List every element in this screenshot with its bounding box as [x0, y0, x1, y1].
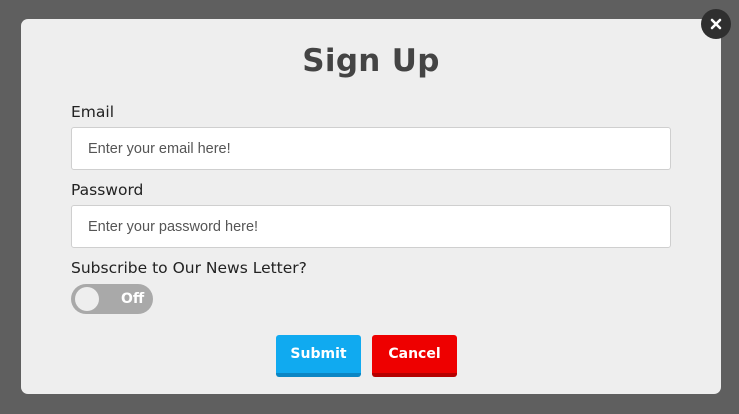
close-button[interactable]	[701, 9, 731, 39]
email-field[interactable]	[71, 127, 671, 170]
subscribe-label: Subscribe to Our News Letter?	[71, 259, 307, 277]
email-label: Email	[71, 103, 115, 121]
password-label: Password	[71, 181, 144, 199]
newsletter-toggle[interactable]: Off	[71, 284, 153, 314]
password-field[interactable]	[71, 205, 671, 248]
modal-title: Sign Up	[302, 43, 440, 79]
signup-modal: Sign Up Email Password Subscribe to Our …	[21, 19, 721, 394]
toggle-knob	[75, 287, 99, 311]
toggle-state-text: Off	[121, 291, 145, 307]
cancel-button[interactable]: Cancel	[372, 335, 457, 377]
submit-button[interactable]: Submit	[276, 335, 361, 377]
close-icon	[710, 18, 722, 30]
modal-overlay[interactable]: Sign Up Email Password Subscribe to Our …	[0, 0, 739, 414]
